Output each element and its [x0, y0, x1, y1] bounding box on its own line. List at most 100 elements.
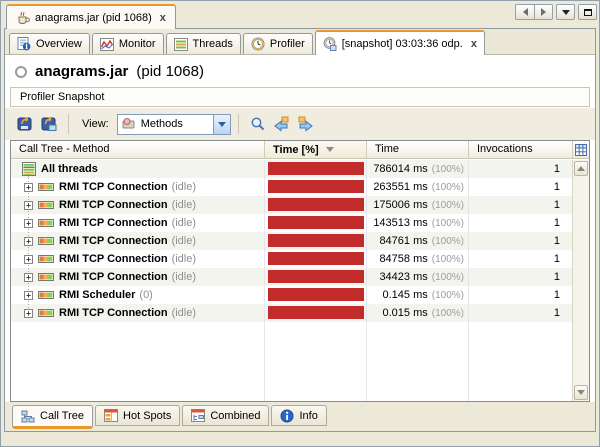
- vertical-scrollbar[interactable]: [572, 160, 589, 401]
- call-tree-row[interactable]: All threads786014 ms(100%)1: [11, 160, 572, 178]
- result-tab-combined[interactable]: Combined: [182, 405, 269, 426]
- view-tab-threads[interactable]: Threads: [166, 33, 241, 54]
- call-tree-row[interactable]: +RMI TCP Connection(idle)263551 ms(100%)…: [11, 178, 572, 196]
- column-header-method[interactable]: Call Tree - Method: [11, 141, 265, 158]
- find-next-button[interactable]: [294, 112, 318, 136]
- view-tab-overview[interactable]: iOverview: [9, 33, 90, 54]
- document-tab-anagrams[interactable]: anagrams.jar (pid 1068) x: [6, 4, 176, 29]
- section-bar: Profiler Snapshot: [10, 87, 590, 107]
- call-tree-row[interactable]: +RMI TCP Connection(idle)175006 ms(100%)…: [11, 196, 572, 214]
- toolbar-separator: [238, 114, 239, 134]
- time-percent-value: (100%): [432, 272, 464, 283]
- call-tree-row[interactable]: +RMI TCP Connection(idle)0.015 ms(100%)1: [11, 304, 572, 322]
- method-cell: +RMI TCP Connection(idle): [11, 214, 265, 232]
- time-percent-bar: [268, 306, 364, 319]
- column-header-invocations[interactable]: Invocations: [469, 141, 572, 158]
- result-tab-info[interactable]: Info: [271, 405, 326, 426]
- time-percent-cell: [265, 178, 367, 196]
- column-header-time[interactable]: Time: [367, 141, 469, 158]
- thread-icon: [38, 272, 54, 282]
- time-cell: 263551 ms(100%): [367, 178, 469, 196]
- tab-list-dropdown-button[interactable]: [556, 4, 575, 20]
- thread-icon: [38, 308, 54, 318]
- scroll-down-button[interactable]: [574, 385, 588, 400]
- time-value: 34423 ms: [379, 271, 427, 283]
- thread-icon: [38, 218, 54, 228]
- close-tab-icon[interactable]: x: [471, 38, 477, 50]
- column-header-time-percent[interactable]: Time [%]: [265, 141, 367, 158]
- time-cell: 175006 ms(100%): [367, 196, 469, 214]
- thread-icon: [38, 290, 54, 300]
- time-percent-bar: [268, 216, 364, 229]
- expand-handle-icon[interactable]: +: [24, 183, 33, 192]
- maximize-button[interactable]: [578, 4, 597, 20]
- thread-state: (idle): [172, 217, 196, 229]
- view-tabbar: iOverviewMonitorThreadsProfiler[snapshot…: [5, 29, 595, 55]
- thread-state: (idle): [172, 307, 196, 319]
- application-pid: (pid 1068): [136, 63, 204, 80]
- expand-handle-icon[interactable]: +: [24, 201, 33, 210]
- view-select-dropdown-icon[interactable]: [213, 115, 230, 134]
- find-previous-button[interactable]: [270, 112, 294, 136]
- close-document-tab-icon[interactable]: x: [160, 12, 166, 24]
- call-tree-row[interactable]: +RMI TCP Connection(idle)143513 ms(100%)…: [11, 214, 572, 232]
- svg-text:i: i: [25, 42, 28, 51]
- call-tree-row[interactable]: +RMI TCP Connection(idle)84761 ms(100%)1: [11, 232, 572, 250]
- method-cell: +RMI Scheduler(0): [11, 286, 265, 304]
- time-percent-cell: [265, 268, 367, 286]
- call-tree-table-header: Call Tree - Method Time [%] Time Invocat…: [11, 141, 589, 159]
- snapshot-panel: iOverviewMonitorThreadsProfiler[snapshot…: [4, 28, 596, 432]
- time-percent-value: (100%): [432, 290, 464, 301]
- column-selector-button[interactable]: [572, 141, 589, 158]
- thread-name: RMI TCP Connection: [59, 181, 168, 193]
- expand-handle-icon[interactable]: +: [24, 273, 33, 282]
- time-percent-bar: [268, 198, 364, 211]
- call-tree-row[interactable]: +RMI Scheduler(0)0.145 ms(100%)1: [11, 286, 572, 304]
- section-title: Profiler Snapshot: [20, 91, 104, 103]
- info-icon: [280, 409, 294, 423]
- call-tree-row[interactable]: +RMI TCP Connection(idle)84758 ms(100%)1: [11, 250, 572, 268]
- thread-name: RMI TCP Connection: [59, 235, 168, 247]
- profiler-window: anagrams.jar (pid 1068) x iOverviewMonit…: [0, 0, 600, 447]
- time-percent-value: (100%): [432, 182, 464, 193]
- invocations-cell: 1: [469, 250, 572, 268]
- view-tab-label: [snapshot] 03:03:36 odp.: [342, 38, 463, 50]
- expand-handle-icon[interactable]: +: [24, 309, 33, 318]
- search-button[interactable]: [246, 112, 270, 136]
- all-threads-icon: [22, 162, 36, 176]
- result-tab-call-tree[interactable]: Call Tree: [12, 405, 93, 429]
- view-tab-snapshot-03-03-36-odp[interactable]: [snapshot] 03:03:36 odp. x: [315, 30, 485, 55]
- view-tab-profiler[interactable]: Profiler: [243, 33, 313, 54]
- expand-handle-icon[interactable]: +: [24, 237, 33, 246]
- scroll-up-button[interactable]: [574, 161, 588, 176]
- time-percent-bar: [268, 270, 364, 283]
- thread-name: RMI TCP Connection: [59, 307, 168, 319]
- time-percent-value: (100%): [432, 218, 464, 229]
- view-select[interactable]: Methods: [117, 114, 231, 135]
- time-percent-cell: [265, 250, 367, 268]
- overview-icon: i: [17, 37, 31, 51]
- expand-handle-icon[interactable]: +: [24, 291, 33, 300]
- expand-handle-icon[interactable]: +: [24, 255, 33, 264]
- view-tab-monitor[interactable]: Monitor: [92, 33, 164, 54]
- call-tree-row[interactable]: +RMI TCP Connection(idle)34423 ms(100%)1: [11, 268, 572, 286]
- column-divider: [366, 160, 367, 401]
- result-tab-hot-spots[interactable]: Hot Spots: [95, 405, 180, 426]
- time-cell: 84761 ms(100%): [367, 232, 469, 250]
- call-tree-table: Call Tree - Method Time [%] Time Invocat…: [10, 140, 590, 402]
- application-header: anagrams.jar (pid 1068): [5, 57, 595, 86]
- save-view-image-button[interactable]: [37, 112, 61, 136]
- expand-handle-icon[interactable]: +: [24, 219, 33, 228]
- view-select-value: Methods: [141, 118, 183, 130]
- threads-icon: [174, 38, 188, 51]
- invocations-cell: 1: [469, 232, 572, 250]
- scroll-tabs-left-button[interactable]: [515, 4, 534, 20]
- time-percent-bar: [268, 162, 364, 175]
- thread-icon: [38, 236, 54, 246]
- result-tab-label: Info: [299, 410, 317, 422]
- method-cell: + RMI TCP Connection (idle): [11, 304, 265, 322]
- combined-icon: [191, 409, 205, 422]
- export-snapshot-button[interactable]: [13, 112, 37, 136]
- scroll-tabs-right-button[interactable]: [534, 4, 553, 20]
- method-cell: All threads: [11, 160, 265, 178]
